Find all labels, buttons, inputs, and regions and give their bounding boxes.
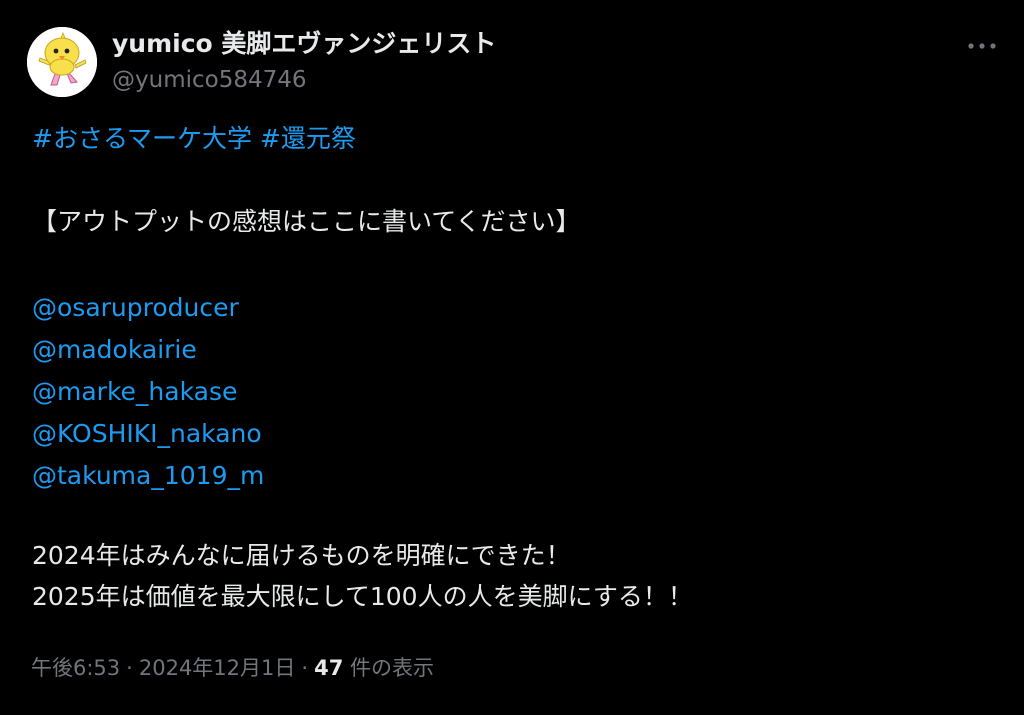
tweet-card: yumico 美脚エヴァンジェリスト @yumico584746 #おさるマーケ… [0, 0, 1024, 715]
mention-link[interactable]: @osaruproducer [32, 290, 992, 332]
meta-separator: · [126, 656, 133, 680]
author-display-name[interactable]: yumico 美脚エヴァンジェリスト [112, 26, 496, 62]
tweet-closing-text: 2024年はみんなに届けるものを明確にできた！ 2025年は価値を最大限にして1… [32, 538, 992, 620]
mention-list: @osaruproducer @madokairie @marke_hakase… [32, 290, 992, 500]
meta-separator: · [301, 656, 309, 680]
bird-character-avatar-icon [27, 27, 97, 97]
tweet-time[interactable]: 午後6:53 [31, 656, 120, 680]
more-options-button[interactable] [962, 34, 1002, 58]
closing-line: 2025年は価値を最大限にして100人の人を美脚にする！！ [32, 582, 693, 611]
views-label: 件の表示 [350, 656, 434, 680]
mention-link[interactable]: @KOSHIKI_nakano [32, 416, 992, 458]
closing-line: 2024年はみんなに届けるものを明確にできた！ [32, 541, 571, 570]
avatar[interactable] [27, 27, 97, 97]
mention-link[interactable]: @madokairie [32, 332, 992, 374]
tweet-date[interactable]: 2024年12月1日 [139, 656, 296, 680]
more-horizontal-icon [968, 43, 996, 49]
views-count: 47 [314, 656, 344, 680]
hashtag-link[interactable]: #おさるマーケ大学 [32, 124, 252, 153]
author-handle[interactable]: @yumico584746 [112, 64, 307, 96]
mention-link[interactable]: @takuma_1019_m [32, 458, 992, 500]
hashtag-link[interactable]: #還元祭 [260, 124, 356, 153]
tweet-headline: 【アウトプットの感想はここに書いてください】 [32, 207, 581, 236]
mention-link[interactable]: @marke_hakase [32, 374, 992, 416]
hashtag-line: #おさるマーケ大学 #還元祭 [32, 121, 992, 157]
tweet-meta: 午後6:53 · 2024年12月1日 · 47 件の表示 [31, 652, 434, 684]
